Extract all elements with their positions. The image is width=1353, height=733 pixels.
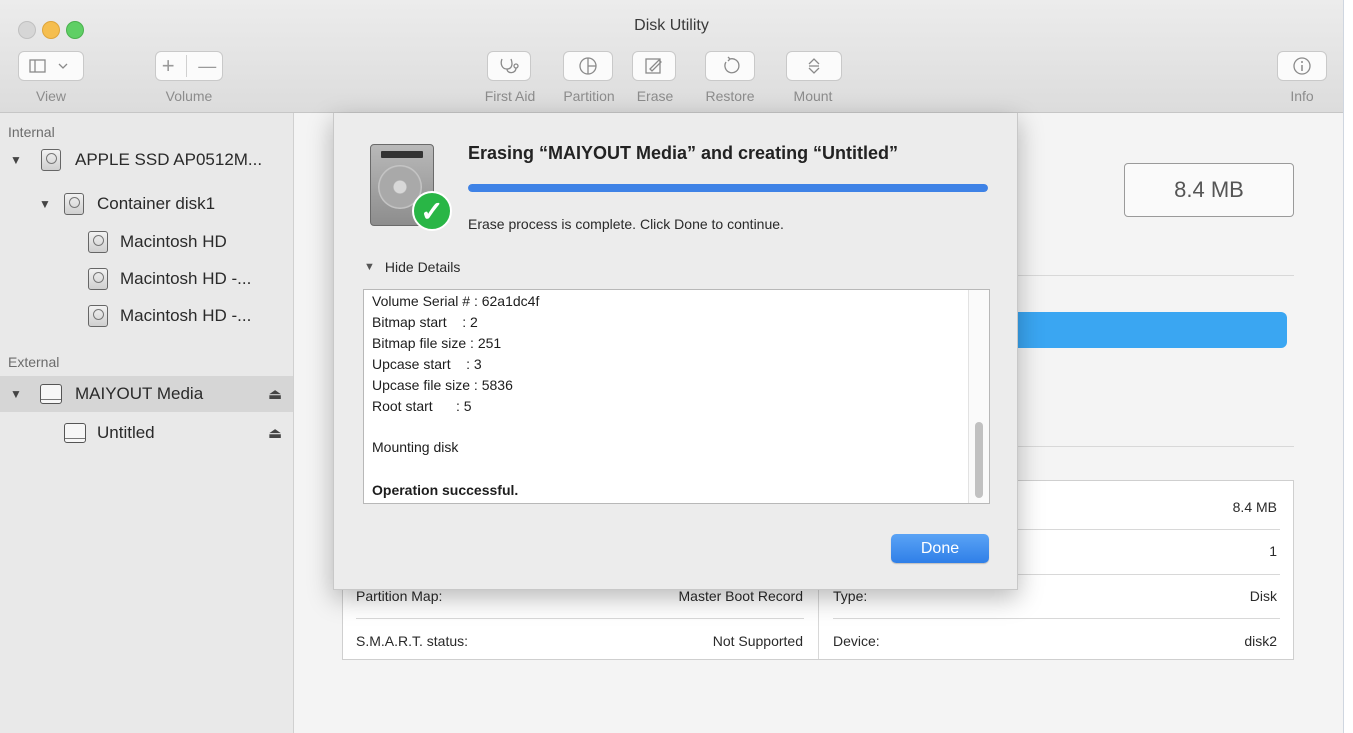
log-line: Upcase start : 3: [372, 356, 482, 372]
partition-button[interactable]: [563, 51, 613, 81]
sidebar-icon: [29, 59, 68, 73]
view-button[interactable]: [18, 51, 84, 81]
row-divider: [356, 618, 804, 619]
disk-utility-window: Disk Utility View + — Volume First Aid P…: [0, 0, 1343, 733]
sidebar-item-label: APPLE SSD AP0512M...: [75, 150, 263, 169]
partition-icon: [579, 57, 597, 75]
log-line: Mounting disk: [372, 439, 459, 455]
volume-button-group: + —: [155, 51, 223, 81]
progress-bar: [468, 184, 988, 192]
window-title: Disk Utility: [634, 17, 709, 34]
partition-label: Partition: [563, 88, 615, 104]
sidebar-item-label: Macintosh HD -...: [120, 306, 252, 325]
done-button[interactable]: Done: [891, 534, 989, 563]
log-scrollbar[interactable]: [968, 290, 989, 503]
erase-sheet: ✓ Erasing “MAIYOUT Media” and creating “…: [333, 113, 1018, 590]
disclosure-triangle-icon: ▼: [364, 261, 375, 273]
sidebar-item-label: Container disk1: [97, 194, 216, 213]
progress-fill: [468, 184, 988, 192]
external-section-header: External: [8, 354, 60, 370]
erase-icon: [645, 58, 662, 74]
success-checkmark-icon: ✓: [412, 191, 452, 231]
toolbar: Disk Utility View + — Volume First Aid P…: [0, 0, 1343, 113]
restore-icon: [724, 56, 740, 74]
log-line: Volume Serial # : 62a1dc4f: [372, 293, 540, 309]
mount-button[interactable]: [786, 51, 842, 81]
sidebar-item-macintosh-hd[interactable]: Macintosh HD: [0, 224, 293, 260]
info-icon: [1293, 57, 1311, 75]
restore-button[interactable]: [705, 51, 755, 81]
sidebar-item-label: MAIYOUT Media: [75, 384, 204, 403]
sheet-title: Erasing “MAIYOUT Media” and creating “Un…: [468, 143, 899, 163]
log-line-success: Operation successful.: [372, 482, 519, 498]
sidebar-item-label: Untitled: [97, 423, 155, 442]
sidebar-item-macintosh-hd-2[interactable]: Macintosh HD -...: [0, 261, 293, 297]
view-label: View: [35, 88, 67, 104]
sidebar-item-maiyout-media[interactable]: ▼ MAIYOUT Media ⏏: [0, 376, 293, 412]
smart-status-label: S.M.A.R.T. status:: [356, 633, 469, 649]
row-divider: [833, 618, 1280, 619]
external-volume-icon: [64, 423, 86, 443]
background-window-edge: [1343, 0, 1353, 733]
drive-label-strip: [381, 151, 423, 158]
device-value: disk2: [1244, 633, 1277, 649]
disclosure-triangle-icon[interactable]: ▼: [39, 197, 51, 211]
info-value: 8.4 MB: [1232, 499, 1277, 515]
info-button[interactable]: [1277, 51, 1327, 81]
disclosure-triangle-icon[interactable]: ▼: [10, 153, 22, 167]
volume-label: Volume: [165, 88, 213, 104]
volume-icon: [88, 305, 108, 327]
log-line: Bitmap start : 2: [372, 314, 478, 330]
first-aid-button[interactable]: [487, 51, 531, 81]
log-line: Root start : 5: [372, 398, 472, 414]
smart-status-value: Not Supported: [712, 633, 803, 649]
sidebar-item-label: Macintosh HD -...: [120, 269, 252, 288]
details-log[interactable]: Volume Serial # : 62a1dc4f Bitmap start …: [363, 289, 990, 504]
volume-icon: [88, 231, 108, 253]
info-label: Info: [1290, 88, 1314, 104]
eject-icon[interactable]: ⏏: [268, 424, 282, 442]
hide-details-label: Hide Details: [384, 259, 461, 275]
sidebar-item-label: Macintosh HD: [120, 232, 227, 251]
mount-icon: [808, 58, 820, 74]
add-volume-button[interactable]: +: [162, 53, 175, 79]
device-label: Device:: [833, 633, 880, 649]
stethoscope-icon: [500, 58, 519, 74]
remove-volume-button[interactable]: —: [198, 56, 216, 77]
container-icon: [64, 193, 84, 215]
first-aid-label: First Aid: [484, 88, 536, 104]
internal-disk-icon: [41, 149, 61, 171]
log-line: Upcase file size : 5836: [372, 377, 513, 393]
sidebar: Internal ▼ APPLE SSD AP0512M... ▼ Contai…: [0, 113, 294, 733]
erase-label: Erase: [636, 88, 674, 104]
volume-icon: [88, 268, 108, 290]
external-disk-icon: [40, 384, 62, 404]
divider: [1018, 446, 1294, 447]
eject-icon[interactable]: ⏏: [268, 385, 282, 403]
log-line: Bitmap file size : 251: [372, 335, 502, 351]
mount-label: Mount: [793, 88, 833, 104]
partition-map-label: Partition Map:: [356, 588, 443, 604]
capacity-box: 8.4 MB: [1124, 163, 1294, 217]
erase-button[interactable]: [632, 51, 676, 81]
sidebar-item-macintosh-hd-3[interactable]: Macintosh HD -...: [0, 298, 293, 334]
partition-map-value: Master Boot Record: [678, 588, 804, 604]
disclosure-triangle-icon[interactable]: ▼: [10, 387, 22, 401]
status-text: Erase process is complete. Click Done to…: [468, 216, 784, 232]
sidebar-item-untitled[interactable]: Untitled ⏏: [0, 415, 293, 451]
hide-details-toggle[interactable]: ▼ Hide Details: [364, 259, 460, 275]
info-value: 1: [1269, 543, 1277, 559]
scrollbar-thumb[interactable]: [975, 422, 983, 498]
type-label: Type:: [833, 588, 868, 604]
type-value: Disk: [1249, 588, 1277, 604]
usage-bar: [1000, 312, 1287, 348]
sidebar-item-container[interactable]: ▼ Container disk1: [0, 186, 293, 222]
restore-label: Restore: [705, 88, 755, 104]
internal-section-header: Internal: [8, 124, 55, 140]
sidebar-item-apple-ssd[interactable]: ▼ APPLE SSD AP0512M...: [0, 142, 293, 178]
divider: [1018, 275, 1294, 276]
divider: [185, 55, 187, 77]
